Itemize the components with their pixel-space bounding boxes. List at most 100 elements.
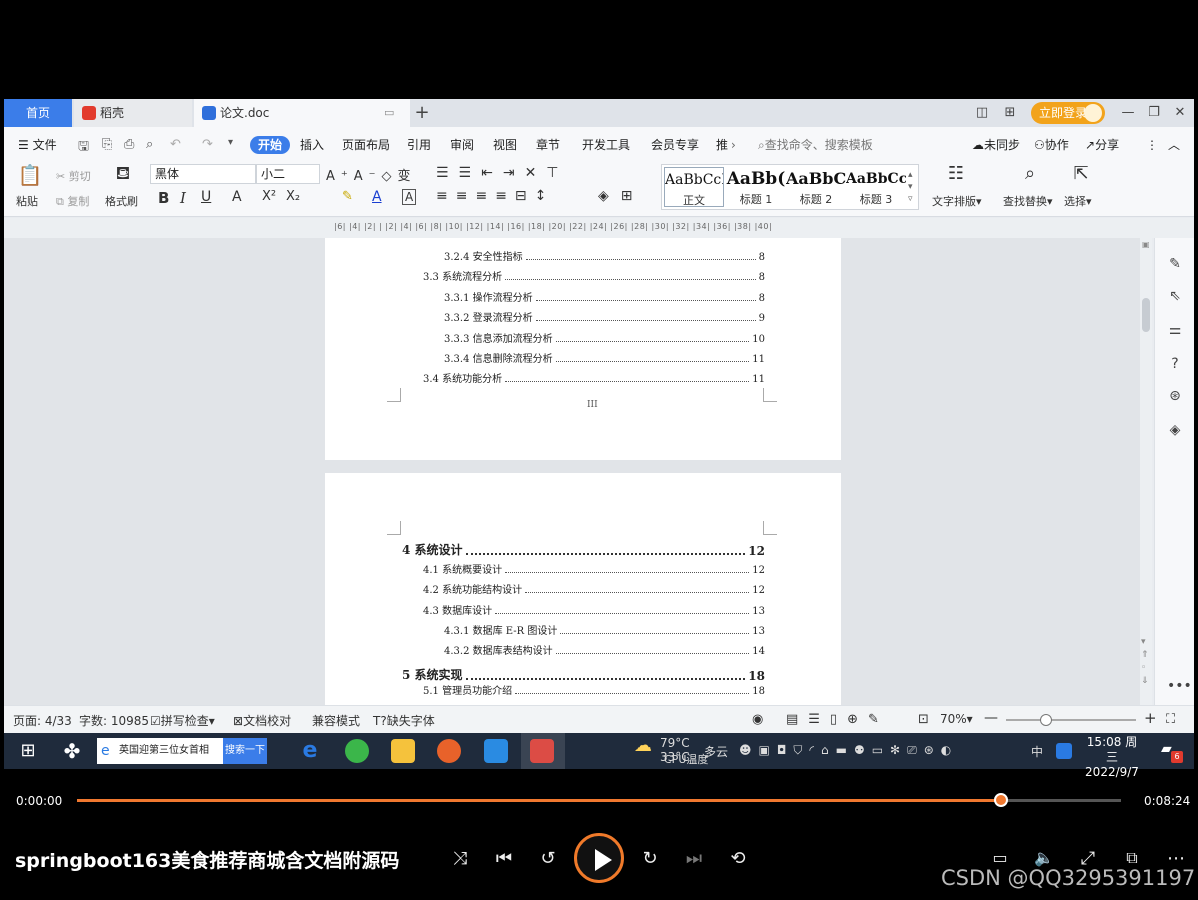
subscript-icon[interactable]: X₂ xyxy=(286,189,300,204)
preview-icon[interactable]: ⌕ xyxy=(146,137,153,152)
cut-button[interactable]: ✂ 剪切 xyxy=(56,168,91,184)
location-icon[interactable]: ◈ xyxy=(1167,422,1183,438)
toc-entry[interactable]: 4 系统设计 12 xyxy=(402,541,765,558)
toc-entry[interactable]: 3.4 系统功能分析 11 xyxy=(423,370,765,385)
style-heading-2[interactable]: AaBbC 标题 2 xyxy=(786,167,846,207)
find-replace-button[interactable]: 查找替换▾ xyxy=(1003,193,1053,209)
redo-icon[interactable]: ↷ xyxy=(202,137,213,152)
zoom-out-icon[interactable]: — xyxy=(984,710,998,726)
toc-entry[interactable]: 3.3.3 信息添加流程分析 10 xyxy=(444,330,765,345)
char-border-icon[interactable]: A xyxy=(402,189,417,205)
close-icon[interactable]: ✕ xyxy=(1168,99,1192,127)
menu-insert[interactable]: 插入 xyxy=(300,136,324,154)
paste-icon[interactable]: 📋 xyxy=(12,163,48,187)
toc-entry[interactable]: 5.1 管理员功能介绍 18 xyxy=(423,682,765,697)
italic-icon[interactable]: I xyxy=(180,189,186,207)
toc-entry[interactable]: 3.2.4 安全性指标 8 xyxy=(444,248,765,263)
style-scroll-icon[interactable]: ▴ ▾ ▿ xyxy=(908,169,913,205)
font-color-icon[interactable]: A xyxy=(372,189,382,205)
tab-home[interactable]: 首页 xyxy=(4,99,72,127)
highlight-icon[interactable]: ✎ xyxy=(342,189,353,204)
menu-references[interactable]: 引用 xyxy=(407,136,431,154)
taskbar-clock[interactable]: 15:08 周三 2022/9/7 xyxy=(1082,735,1142,780)
progress-track[interactable] xyxy=(77,793,1121,807)
app-u-icon[interactable] xyxy=(484,739,508,763)
qq-icon[interactable] xyxy=(1056,743,1072,759)
font-name-select[interactable]: 黑体 xyxy=(150,164,256,184)
customize-icon[interactable]: ▾ xyxy=(228,137,233,148)
alignment-tools[interactable]: ≡≡≡≡⊟↕ xyxy=(436,188,554,204)
toc-entry[interactable]: 4.3 数据库设计 13 xyxy=(423,602,765,617)
paste-button[interactable]: 粘贴 xyxy=(16,193,38,209)
shading-border-tools[interactable]: ◈⊞ xyxy=(598,188,645,204)
font-size-tools[interactable]: A⁺A⁻◇变 xyxy=(326,165,417,184)
select-cursor-icon[interactable]: ⇱ xyxy=(1066,163,1096,184)
ime-indicator[interactable]: 中 xyxy=(1031,743,1043,760)
undo-icon[interactable]: ↶ xyxy=(170,137,181,152)
toc-entry[interactable]: 4.3.1 数据库 E-R 图设计 13 xyxy=(444,622,765,637)
scroll-up-icon[interactable]: ▣ xyxy=(1142,240,1150,249)
toc-entry[interactable]: 4.2 系统功能结构设计 12 xyxy=(423,581,765,596)
previous-icon[interactable]: ⏮ xyxy=(492,848,516,869)
menu-developer[interactable]: 开发工具 xyxy=(582,136,630,154)
spellcheck-button[interactable]: ☑拼写检查▾ xyxy=(150,712,215,729)
zoom-level[interactable]: 70%▾ xyxy=(940,712,973,726)
pip-icon[interactable]: ⧉ xyxy=(1120,848,1144,868)
zoom-slider-knob[interactable] xyxy=(1040,714,1052,726)
strikethrough-icon[interactable]: A xyxy=(232,189,242,205)
format-painter-icon[interactable]: ⛾ xyxy=(108,163,138,187)
repeat-off-icon[interactable]: ⟲ xyxy=(726,848,750,869)
toc-entry[interactable]: 3.3.2 登录流程分析 9 xyxy=(444,309,765,324)
pinwheel-icon[interactable]: ✤ xyxy=(60,739,84,763)
toc-entry[interactable]: 4.1 系统概要设计 12 xyxy=(423,561,765,576)
weather-icon[interactable]: ☁ xyxy=(634,735,652,756)
menu-more-icon[interactable]: › xyxy=(731,136,736,154)
shuffle-icon[interactable]: ⤨ xyxy=(448,848,472,869)
vertical-scrollbar[interactable]: ▣ ▾ ⇑ ◦ ⇓ xyxy=(1140,238,1152,705)
collab-button[interactable]: ⚇协作 xyxy=(1034,136,1069,154)
toc-entry[interactable]: 4.3.2 数据库表结构设计 14 xyxy=(444,642,765,657)
document-area[interactable]: 3.2.4 安全性指标 8 3.3 系统流程分析 8 3.3.1 操作流程分析 8 3.3.… xyxy=(4,238,1144,705)
page-indicator[interactable]: 页面: 4/33 xyxy=(13,712,72,729)
menu-recommend[interactable]: 推 xyxy=(716,136,728,154)
select-button[interactable]: 选择▾ xyxy=(1064,193,1092,209)
tray-icons[interactable]: ☻▣◘⛉◜⌂▬⚉▭✻⎚⊛◐ xyxy=(739,743,958,758)
file-menu[interactable]: ☰ 文件 xyxy=(18,136,57,154)
sync-status[interactable]: ☁未同步 xyxy=(972,136,1020,154)
ie-browser-icon[interactable]: e xyxy=(298,739,322,763)
toc-entry[interactable]: 5 系统实现 18 xyxy=(402,666,765,683)
menu-member[interactable]: 会员专享 xyxy=(651,136,699,154)
format-painter-button[interactable]: 格式刷 xyxy=(105,193,138,209)
help-icon[interactable]: ? xyxy=(1167,356,1183,372)
style-normal[interactable]: AaBbCcI 正文 xyxy=(664,167,724,207)
more-icon[interactable]: ⋮ xyxy=(1146,136,1158,154)
ai-icon[interactable]: ⊛ xyxy=(1167,388,1183,404)
fit-page-icon[interactable]: ⊡ xyxy=(918,712,929,727)
rewind-icon[interactable]: ↺ xyxy=(536,848,560,869)
file-explorer-icon[interactable] xyxy=(391,739,415,763)
login-button[interactable]: 立即登录 xyxy=(1031,102,1105,124)
360-browser-icon[interactable] xyxy=(345,739,369,763)
tab-document[interactable]: 论文.doc ▭ xyxy=(194,99,410,127)
toc-entry[interactable]: 3.3.1 操作流程分析 8 xyxy=(444,289,765,304)
toc-entry[interactable]: 3.3.4 信息删除流程分析 11 xyxy=(444,350,765,365)
layout-icon[interactable]: ◫ xyxy=(970,99,994,127)
menu-review[interactable]: 审阅 xyxy=(450,136,474,154)
menu-chapter[interactable]: 章节 xyxy=(536,136,560,154)
menu-page-layout[interactable]: 页面布局 xyxy=(342,136,390,154)
command-search[interactable]: ⌕查找命令、搜索模板 xyxy=(758,136,873,154)
pointer-icon[interactable]: ⇖ xyxy=(1167,288,1183,304)
panel-more-icon[interactable]: ••• xyxy=(1167,678,1192,694)
taskbar-search-button[interactable]: 搜索一下 xyxy=(223,738,267,764)
progress-knob[interactable] xyxy=(993,793,1008,807)
copy-button[interactable]: ⧉ 复制 xyxy=(56,193,89,209)
paragraph-tools-top[interactable]: ☰☰⇤⇥✕⊤ xyxy=(436,165,569,181)
volume-icon[interactable]: 🔈 xyxy=(1032,848,1056,867)
style-heading-3[interactable]: AaBbCcl 标题 3 xyxy=(846,167,906,207)
toc-entry[interactable]: 3.3 系统流程分析 8 xyxy=(423,268,765,283)
forward-icon[interactable]: ↻ xyxy=(638,848,662,869)
minimize-icon[interactable]: — xyxy=(1116,99,1140,127)
print-icon[interactable]: ⎙ xyxy=(124,137,134,152)
windows-start-icon[interactable]: ⊞ xyxy=(16,739,40,763)
text-layout-icon[interactable]: ☷ xyxy=(936,163,976,184)
